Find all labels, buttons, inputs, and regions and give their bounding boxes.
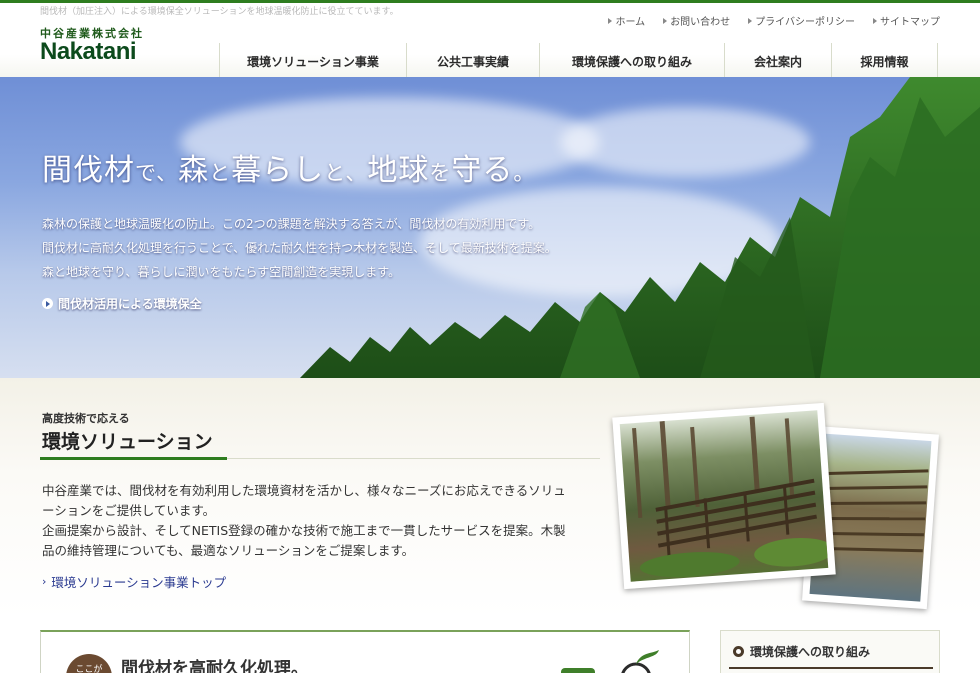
forest-dam-illustration [632, 416, 829, 578]
hero-text-line: 森と地球を守り、暮らしに潤いをもたらす空間創造を実現します。 [42, 265, 401, 279]
solution-top-link-label: 環境ソリューション事業トップ [51, 575, 227, 590]
hero-text-line: 間伐材に高耐久化処理を行うことで、優れた耐久性を持つ木材を製造、そして最新技術を… [42, 241, 557, 255]
solution-section: 高度技術で応える 環境ソリューション 中谷産業では、間伐材を有効利用した環境資材… [0, 378, 980, 618]
leaf-emblem-icon [561, 650, 659, 673]
util-link-label: プライバシーポリシー [755, 17, 855, 28]
hero-banner: 間伐材で、森と暮らしと、地球を守る。 森林の保護と地球温暖化の防止。この2つの課… [0, 77, 980, 378]
util-link-label: ホーム [615, 17, 646, 28]
circle-arrow-icon [42, 298, 53, 309]
util-link-sitemap[interactable]: サイトマップ [873, 13, 940, 28]
nav-public-works[interactable]: 公共工事実績 [406, 43, 539, 79]
hero-title-part: 。 [513, 161, 536, 185]
solution-top-link[interactable]: › 環境ソリューション事業トップ [42, 572, 226, 591]
util-link-privacy[interactable]: プライバシーポリシー [748, 13, 855, 28]
nav-recruit[interactable]: 採用情報 [831, 43, 938, 79]
hero-title-part: 森 [178, 153, 210, 188]
nav-company[interactable]: 会社案内 [724, 43, 831, 79]
section-body-line: 品の維持管理についても、最適なソリューションをご提案します。 [42, 543, 415, 558]
chevron-right-icon: › [42, 575, 47, 588]
logo-english-text: Nakatani [40, 38, 137, 65]
hero-link-label: 間伐材活用による環境保全 [58, 297, 202, 311]
section-divider-accent [40, 457, 227, 460]
section-body-line: 中谷産業では、間伐材を有効利用した環境資材を活かし、様々なニーズにお応えできるソ… [42, 483, 566, 498]
hero-link-environment[interactable]: 間伐材活用による環境保全 [42, 295, 202, 312]
nav-environment-solutions[interactable]: 環境ソリューション事業 [219, 43, 406, 79]
hero-title-part: 守る [451, 153, 514, 188]
nav-environment-protection[interactable]: 環境保護への取り組み [539, 43, 724, 79]
section-body-line: 企画提案から設計、そしてNETIS登録の確かな技術で施工まで一貫したサービスを提… [42, 523, 566, 538]
photo-forest-dam [612, 402, 836, 590]
site-logo[interactable]: 中谷産業株式会社 Nakatani [40, 25, 144, 65]
utility-nav: ホーム お問い合わせ プライバシーポリシー サイトマップ [608, 13, 940, 28]
util-link-label: お問い合わせ [670, 17, 731, 28]
util-link-home[interactable]: ホーム [608, 13, 645, 28]
hero-title-part: と、 [324, 161, 368, 185]
hero-text-line: 森林の保護と地球温暖化の防止。この2つの課題を解決する答えが、間伐材の有効利用で… [42, 217, 541, 231]
side-panel-title-label: 環境保護への取り組み [750, 645, 871, 659]
triangle-arrow-icon [748, 17, 753, 24]
feature-title: 間伐材を高耐久化処理。 [121, 659, 308, 673]
triangle-arrow-icon [873, 17, 877, 24]
side-panel-environment: 環境保護への取り組み [720, 630, 940, 673]
section-body-line: ーションをご提供しています。 [42, 503, 216, 518]
site-tagline: 間伐材（加圧注入）による環境保全ソリューションを地球温暖化防止に役立てています。 [40, 7, 399, 17]
util-link-contact[interactable]: お問い合わせ [663, 13, 730, 28]
ring-bullet-icon [733, 646, 744, 657]
hero-title-part: を [429, 161, 452, 185]
hero-title-part: 地球 [367, 153, 430, 188]
util-link-label: サイトマップ [880, 17, 940, 28]
feature-badge: ここが [66, 654, 112, 673]
site-header: 間伐材（加圧注入）による環境保全ソリューションを地球温暖化防止に役立てています。… [0, 0, 980, 79]
triangle-arrow-icon [663, 17, 668, 24]
hero-title-part: で、 [135, 161, 179, 185]
section-title: 環境ソリューション [42, 431, 213, 453]
hero-title-part: 間伐材 [42, 153, 135, 188]
side-panel-divider [729, 667, 933, 669]
hero-title: 間伐材で、森と暮らしと、地球を守る。 [42, 145, 535, 189]
feature-box: ここが 間伐材を高耐久化処理。 [40, 630, 690, 673]
hero-title-part: 暮らし [231, 153, 325, 188]
triangle-arrow-icon [608, 17, 613, 24]
section-subtitle: 高度技術で応える [42, 412, 130, 425]
hero-title-part: と [209, 161, 232, 185]
global-nav: 環境ソリューション事業 公共工事実績 環境保護への取り組み 会社案内 採用情報 [219, 43, 938, 79]
side-panel-title[interactable]: 環境保護への取り組み [733, 643, 870, 660]
